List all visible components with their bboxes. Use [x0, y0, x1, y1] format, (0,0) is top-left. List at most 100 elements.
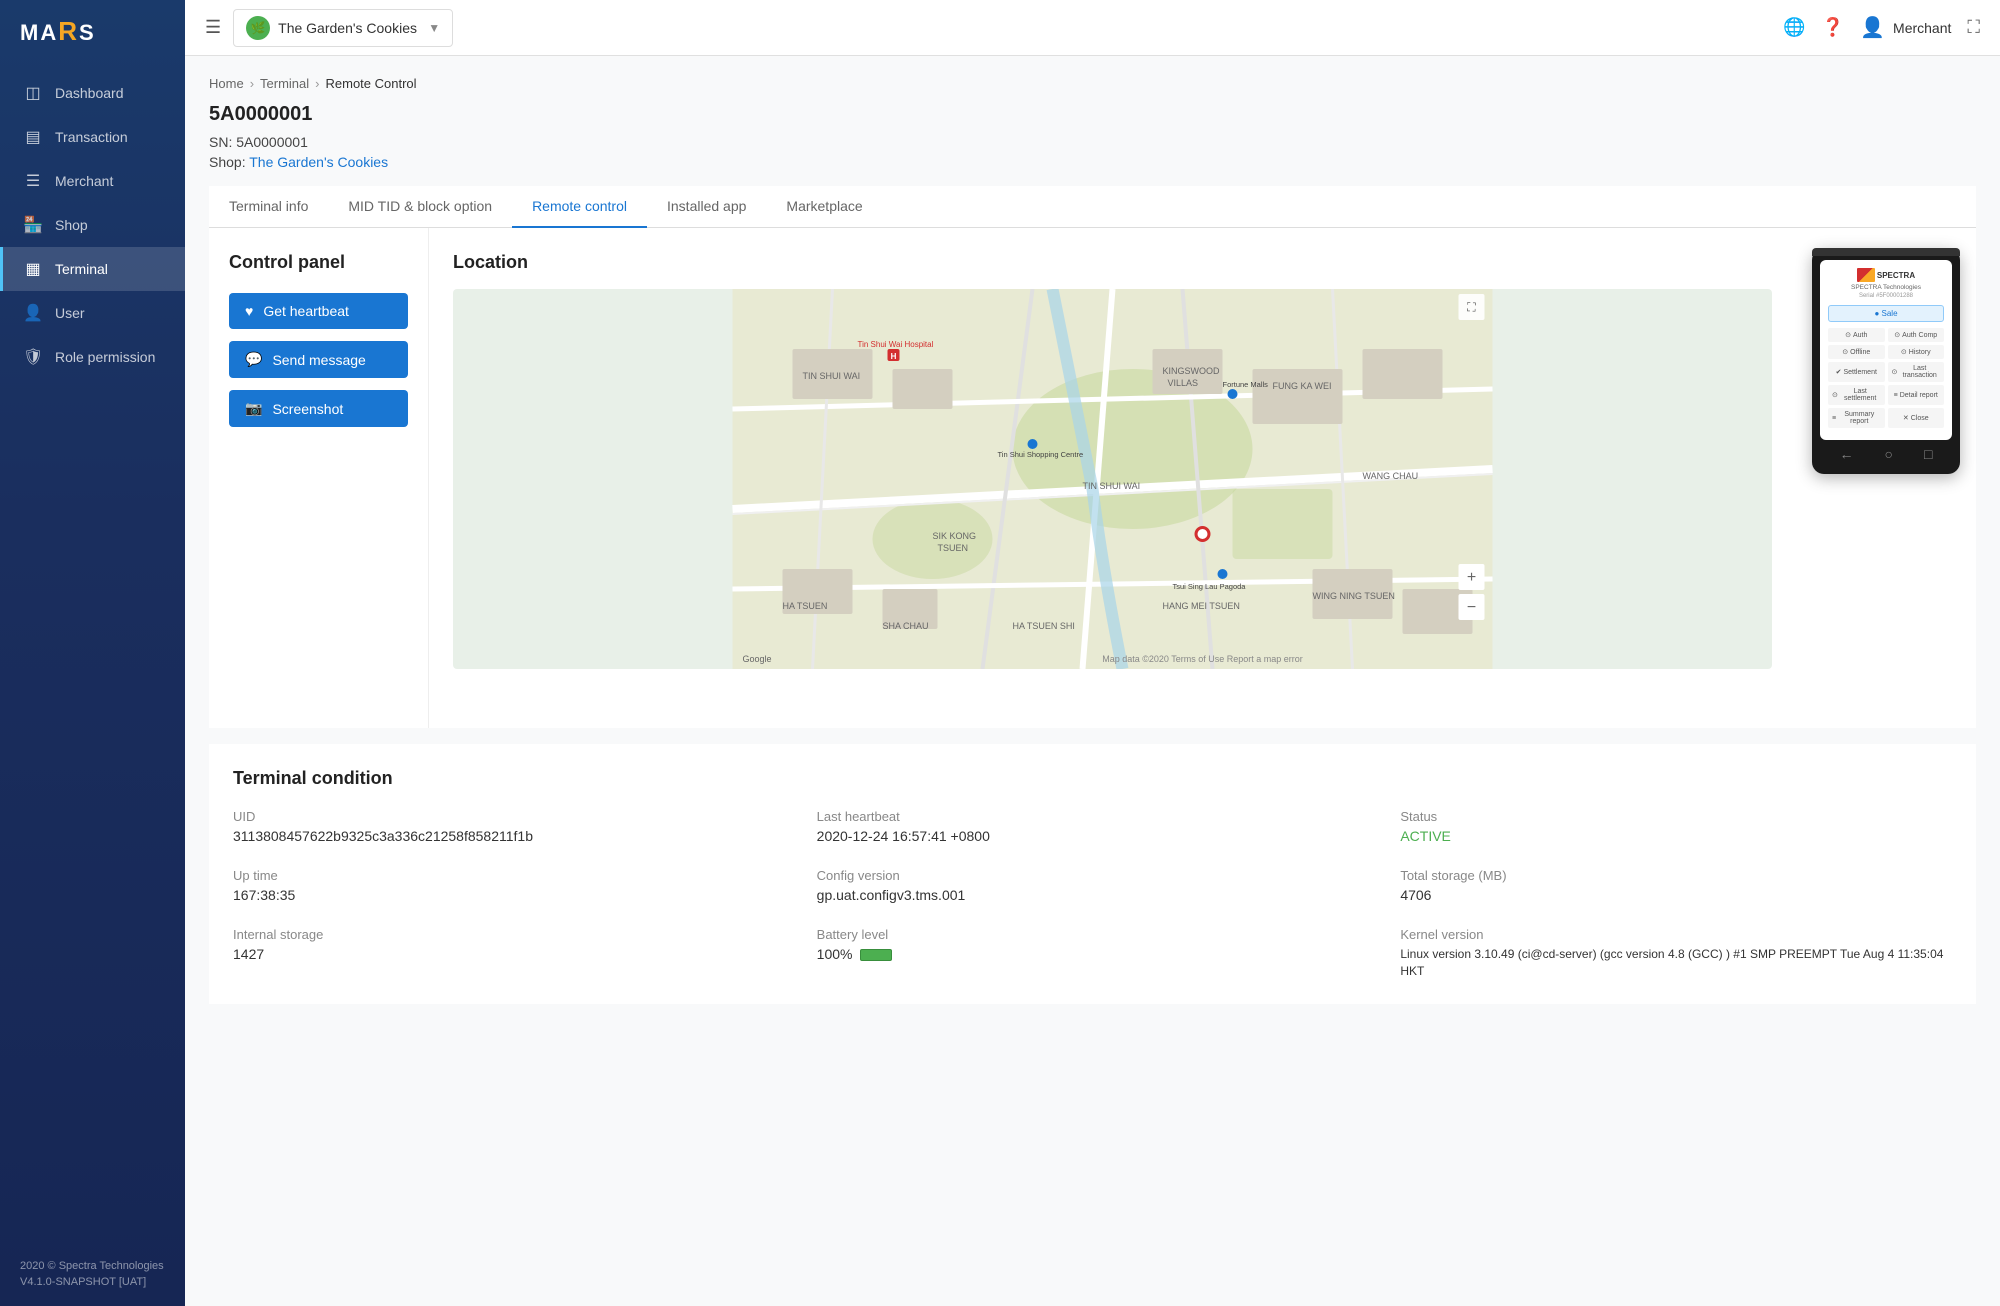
svg-text:TIN SHUI WAI: TIN SHUI WAI	[803, 371, 861, 381]
device-btn-last-settlement[interactable]: ⊙ Last settlement	[1828, 385, 1885, 405]
camera-icon: 📷	[245, 400, 262, 417]
terminal-icon: ▦	[23, 259, 43, 279]
device-recents-btn[interactable]: □	[1924, 446, 1932, 462]
user-avatar-icon: 👤	[1860, 15, 1885, 40]
history-icon: ⊙	[1901, 348, 1907, 356]
device-btn-last-tx[interactable]: ⊙ Last transaction	[1888, 362, 1945, 382]
merchant-icon: ☰	[23, 171, 43, 191]
sidebar-item-terminal[interactable]: ▦ Terminal	[0, 247, 185, 291]
uid-value: 3113808457622b9325c3a336c21258f858211f1b	[233, 828, 785, 844]
sidebar-item-label: User	[55, 305, 85, 321]
location-section: Location	[429, 228, 1796, 728]
svg-text:⛶: ⛶	[1466, 300, 1476, 314]
map-container[interactable]: TIN SHUI WAI KINGSWOOD VILLAS FUNG KA WE…	[453, 289, 1772, 669]
device-btn-close[interactable]: ✕ Close	[1888, 408, 1945, 428]
condition-config-version: Config version gp.uat.configv3.tms.001	[817, 868, 1369, 903]
tab-marketplace[interactable]: Marketplace	[766, 186, 882, 228]
sidebar-item-transaction[interactable]: ▤ Transaction	[0, 115, 185, 159]
menu-icon[interactable]: ☰	[205, 17, 221, 38]
shop-name: The Garden's Cookies	[278, 20, 420, 36]
globe-icon[interactable]: 🌐	[1783, 17, 1805, 38]
device-sale-button[interactable]: ● Sale	[1828, 305, 1944, 322]
topbar-right: 🌐 ❓ 👤 Merchant ⛶	[1783, 15, 1980, 40]
condition-uptime: Up time 167:38:35	[233, 868, 785, 903]
tab-mid-tid[interactable]: MID TID & block option	[328, 186, 512, 228]
last-heartbeat-label: Last heartbeat	[817, 809, 1369, 824]
device-btn-settlement[interactable]: ✔ Settlement	[1828, 362, 1885, 382]
sidebar-item-merchant[interactable]: ☰ Merchant	[0, 159, 185, 203]
condition-grid: UID 3113808457622b9325c3a336c21258f85821…	[233, 809, 1952, 980]
config-version-value: gp.uat.configv3.tms.001	[817, 887, 1369, 903]
uptime-label: Up time	[233, 868, 785, 883]
message-icon: 💬	[245, 351, 262, 368]
kernel-label: Kernel version	[1400, 927, 1952, 942]
svg-text:Tin Shui Wai Hospital: Tin Shui Wai Hospital	[858, 340, 934, 349]
svg-text:FUNG KA WEI: FUNG KA WEI	[1273, 381, 1332, 391]
shop-selector[interactable]: 🌿 The Garden's Cookies ▼	[233, 9, 453, 47]
page-title: 5A0000001	[209, 103, 1976, 126]
auth-comp-icon: ⊙	[1894, 331, 1900, 339]
user-icon: 👤	[23, 303, 43, 323]
condition-last-heartbeat: Last heartbeat 2020-12-24 16:57:41 +0800	[817, 809, 1369, 844]
summary-icon: ≡	[1832, 415, 1836, 422]
sidebar-item-user[interactable]: 👤 User	[0, 291, 185, 335]
breadcrumb-terminal[interactable]: Terminal	[260, 76, 309, 91]
device-brand-label: SPECTRA	[1877, 271, 1915, 280]
battery-label: Battery level	[817, 927, 1369, 942]
help-icon[interactable]: ❓	[1822, 17, 1844, 38]
shop-link[interactable]: The Garden's Cookies	[249, 154, 388, 170]
device-btn-auth[interactable]: ⊙ Auth	[1828, 328, 1885, 342]
status-label: Status	[1400, 809, 1952, 824]
sidebar-item-role-permission[interactable]: 🛡 Role permission	[0, 335, 185, 379]
sidebar-logo: MARS	[0, 0, 185, 63]
fullscreen-icon[interactable]: ⛶	[1967, 17, 1980, 38]
username: Merchant	[1893, 20, 1951, 36]
last-settlement-icon: ⊙	[1832, 391, 1838, 399]
device-home-btn[interactable]: ○	[1885, 446, 1893, 462]
sidebar-item-shop[interactable]: 🏪 Shop	[0, 203, 185, 247]
sidebar-item-label: Role permission	[55, 349, 155, 365]
dashboard-icon: ◫	[23, 83, 43, 103]
tab-installed-app[interactable]: Installed app	[647, 186, 766, 228]
svg-text:H: H	[891, 352, 897, 361]
device-back-btn[interactable]: ←	[1840, 446, 1854, 462]
transaction-icon: ▤	[23, 127, 43, 147]
device-btn-detail-report[interactable]: ≡ Detail report	[1888, 385, 1945, 405]
sidebar-item-dashboard[interactable]: ◫ Dashboard	[0, 71, 185, 115]
svg-text:Map data ©2020 Terms of Use: Map data ©2020 Terms of Use Report a map…	[1102, 654, 1303, 664]
logo-dot: R	[58, 16, 79, 46]
shop-icon-circle: 🌿	[246, 16, 270, 40]
svg-text:WANG CHAU: WANG CHAU	[1363, 471, 1419, 481]
device-btn-offline[interactable]: ⊙ Offline	[1828, 345, 1885, 359]
device-btn-summary-report[interactable]: ≡ Summary report	[1828, 408, 1885, 428]
last-tx-icon: ⊙	[1892, 368, 1898, 376]
breadcrumb-home[interactable]: Home	[209, 76, 244, 91]
sidebar-item-label: Transaction	[55, 129, 128, 145]
page-shop: Shop: The Garden's Cookies	[209, 154, 1976, 170]
shop-icon: 🏪	[23, 215, 43, 235]
tab-remote-control[interactable]: Remote control	[512, 186, 647, 228]
detail-report-icon: ≡	[1894, 392, 1898, 399]
device-btn-history[interactable]: ⊙ History	[1888, 345, 1945, 359]
device-btn-auth-comp[interactable]: ⊙ Auth Comp	[1888, 328, 1945, 342]
tab-terminal-info[interactable]: Terminal info	[209, 186, 328, 228]
device-mockup: SPECTRA SPECTRA Technologies Serial #5F0…	[1812, 248, 1960, 474]
screenshot-button[interactable]: 📷 Screenshot	[229, 390, 408, 427]
topbar-left: ☰ 🌿 The Garden's Cookies ▼	[205, 9, 453, 47]
svg-text:HA TSUEN: HA TSUEN	[783, 601, 828, 611]
svg-text:HANG MEI TSUEN: HANG MEI TSUEN	[1163, 601, 1240, 611]
uid-label: UID	[233, 809, 785, 824]
condition-battery: Battery level 100%	[817, 927, 1369, 980]
shop-label: Shop:	[209, 154, 246, 170]
sidebar-nav: ◫ Dashboard ▤ Transaction ☰ Merchant 🏪 S…	[0, 63, 185, 1243]
control-panel-title: Control panel	[229, 252, 408, 273]
sidebar-item-label: Terminal	[55, 261, 108, 277]
tabs-bar: Terminal info MID TID & block option Rem…	[209, 186, 1976, 228]
breadcrumb-current: Remote Control	[326, 76, 417, 91]
breadcrumb: Home › Terminal › Remote Control	[209, 76, 1976, 91]
user-info[interactable]: 👤 Merchant	[1860, 15, 1951, 40]
svg-text:+: +	[1467, 569, 1476, 586]
send-message-button[interactable]: 💬 Send message	[229, 341, 408, 378]
get-heartbeat-button[interactable]: ♥ Get heartbeat	[229, 293, 408, 329]
condition-title: Terminal condition	[233, 768, 1952, 789]
